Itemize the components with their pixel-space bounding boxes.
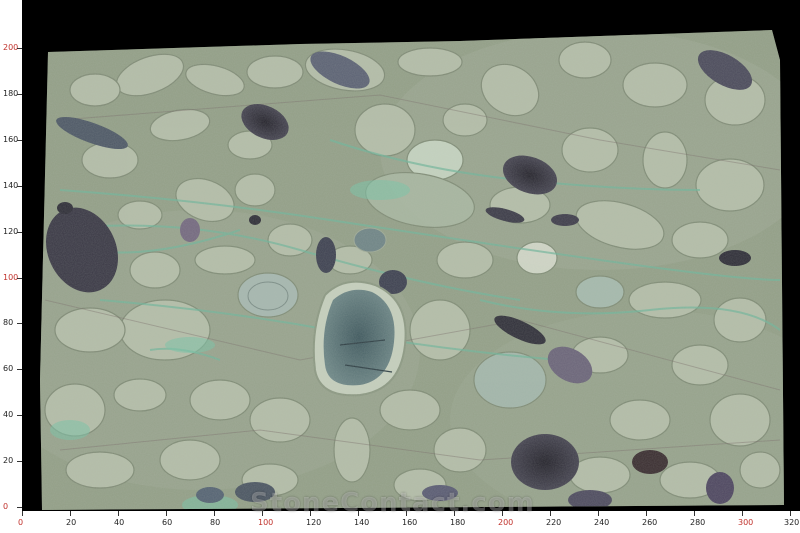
ruler-bottom-label: 260: [642, 518, 658, 527]
ruler-bottom-label: 100: [258, 518, 274, 527]
ruler-bottom-tick: [214, 511, 215, 516]
ruler-bottom-label: 300: [738, 518, 754, 527]
ruler-left-tick: [17, 93, 22, 95]
ruler-bottom-tick: [406, 511, 407, 516]
ruler-bottom-tick: [790, 511, 791, 516]
ruler-bottom-tick: [742, 511, 743, 516]
ruler-left-tick: [17, 231, 22, 233]
ruler-bottom-tick: [262, 511, 263, 516]
ruler-bottom-label: 140: [354, 518, 370, 527]
ruler-bottom-label: 80: [210, 518, 221, 527]
ruler-bottom-label: 180: [450, 518, 466, 527]
ruler-left-label: 160: [3, 134, 19, 144]
ruler-left-label: 40: [3, 410, 14, 420]
ruler-left-tick: [17, 507, 22, 508]
ruler-left-tick: [17, 139, 22, 141]
ruler-left-tick: [17, 277, 22, 279]
ruler-left-tick: [17, 323, 22, 325]
ruler-bottom-tick: [646, 511, 647, 516]
ruler-bottom-label: 240: [594, 518, 610, 527]
ruler-bottom-tick: [550, 511, 551, 516]
ruler-bottom-tick: [454, 511, 455, 516]
watermark: StoneContact.com: [250, 488, 535, 518]
ruler-bottom-tick: [694, 511, 695, 516]
ruler-left-label: 80: [3, 318, 14, 328]
ruler-bottom-label: 60: [162, 518, 173, 527]
ruler-left-label: 140: [3, 180, 19, 190]
ruler-left-tick: [17, 415, 22, 417]
ruler-left-tick: [17, 369, 22, 371]
ruler-bottom-tick: [22, 511, 23, 516]
ruler-bottom-label: 200: [498, 518, 514, 527]
ruler-left-label: 0: [3, 502, 9, 511]
ruler-bottom-label: 0: [18, 518, 24, 527]
ruler-bottom-tick: [70, 511, 71, 516]
ruler-left-tick: [17, 461, 22, 463]
ruler-bottom-label: 280: [690, 518, 706, 527]
ruler-bottom-tick: [502, 511, 503, 516]
marble-slab-photo: [40, 30, 784, 510]
ruler-left-label: 100: [3, 272, 19, 282]
ruler-bottom-tick: [358, 511, 359, 516]
ruler-bottom-label: 20: [66, 518, 77, 527]
ruler-bottom-tick: [310, 511, 311, 516]
ruler-left-label: 60: [3, 364, 14, 374]
vertical-ruler: [0, 0, 22, 533]
ruler-left-label: 120: [3, 226, 19, 236]
ruler-left-label: 200: [3, 43, 19, 52]
ruler-bottom-label: 120: [306, 518, 322, 527]
ruler-bottom-tick: [598, 511, 599, 516]
ruler-left-label: 20: [3, 456, 14, 466]
ruler-bottom-tick: [166, 511, 167, 516]
ruler-left-tick: [17, 48, 22, 49]
ruler-bottom-label: 40: [114, 518, 125, 527]
ruler-bottom-label: 220: [546, 518, 562, 527]
ruler-bottom-label: 320: [784, 518, 800, 527]
ruler-bottom-tick: [118, 511, 119, 516]
ruler-left-label: 180: [3, 88, 19, 98]
ruler-bottom-label: 160: [402, 518, 418, 527]
ruler-left-tick: [17, 185, 22, 187]
